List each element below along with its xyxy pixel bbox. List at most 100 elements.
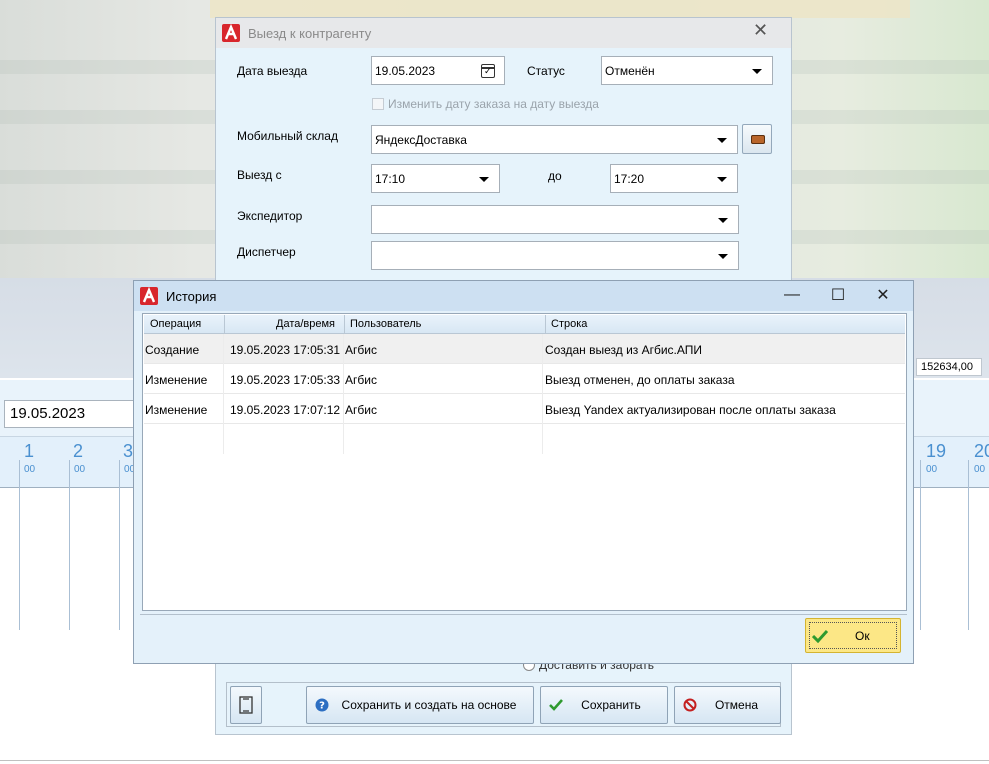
chevron-down-icon[interactable]	[717, 138, 727, 143]
trip-dialog-title: Выезд к контрагенту	[248, 25, 372, 41]
dispatcher-label: Диспетчер	[237, 245, 296, 259]
change-date-label: Изменить дату заказа на дату выезда	[388, 97, 599, 111]
cell-operation: Изменение	[145, 403, 208, 417]
save-button[interactable]: Сохранить	[540, 686, 668, 724]
help-icon: ?	[315, 698, 329, 712]
timeline-hour: 2	[73, 441, 84, 461]
chevron-down-icon[interactable]	[752, 69, 762, 74]
mobile-warehouse-label: Мобильный склад	[237, 129, 338, 143]
warehouse-lookup-button[interactable]	[742, 124, 772, 154]
chevron-down-icon[interactable]	[479, 177, 489, 182]
column-header-line[interactable]: Строка	[551, 318, 587, 330]
cancel-button[interactable]: Отмена	[674, 686, 781, 724]
table-row[interactable]: Изменение 19.05.2023 17:07:12 Агбис Выез…	[144, 394, 905, 424]
date-value: 19.05.2023	[375, 64, 436, 78]
column-divider[interactable]	[344, 315, 345, 334]
svg-text:?: ?	[319, 701, 325, 712]
history-table-header: Операция Дата/время Пользователь Строка	[144, 315, 905, 334]
clear-button[interactable]	[230, 686, 262, 724]
calendar-icon[interactable]	[481, 64, 495, 78]
column-divider[interactable]	[545, 315, 546, 334]
trip-dialog-titlebar[interactable]: Выезд к контрагенту	[216, 18, 791, 48]
until-value: 17:20	[614, 172, 645, 186]
timeline-hour: 20	[974, 441, 989, 461]
timeline-gridline	[19, 460, 20, 630]
check-icon	[812, 629, 828, 643]
cell-user: Агбис	[345, 373, 377, 387]
timeline-gridline	[119, 460, 120, 630]
timeline-gridline	[69, 460, 70, 630]
close-icon[interactable]: ✕	[863, 284, 903, 306]
column-header-user[interactable]: Пользователь	[350, 318, 421, 330]
cell-operation: Создание	[145, 343, 200, 357]
status-value: Отменён	[605, 64, 655, 78]
chevron-down-icon[interactable]	[718, 254, 728, 259]
cancel-label: Отмена	[714, 698, 759, 712]
minimize-icon[interactable]: —	[772, 284, 812, 306]
departure-from-label: Выезд с	[237, 168, 282, 182]
timeline-minute: 00	[926, 464, 938, 475]
timeline-minute: 00	[24, 464, 36, 475]
column-header-operation[interactable]: Операция	[150, 318, 201, 330]
column-divider[interactable]	[224, 315, 225, 334]
departure-from-value: 17:10	[375, 172, 406, 186]
column-gridline	[223, 334, 224, 454]
column-header-datetime[interactable]: Дата/время	[276, 318, 335, 330]
hourglass-icon	[239, 696, 253, 714]
cancel-icon	[683, 698, 697, 712]
mobile-warehouse-value: ЯндексДоставка	[375, 133, 467, 147]
chevron-down-icon[interactable]	[718, 218, 728, 223]
save-and-create-label: Сохранить и создать на основе	[341, 698, 517, 712]
departure-from-select[interactable]: 17:10	[371, 164, 500, 193]
change-date-checkbox[interactable]	[372, 98, 384, 110]
close-icon[interactable]: ✕	[753, 20, 768, 41]
bottom-divider	[0, 760, 989, 761]
history-dialog-divider	[140, 614, 907, 615]
timeline-minute: 00	[74, 464, 86, 475]
cell-datetime: 19.05.2023 17:05:31	[230, 343, 341, 357]
cell-user: Агбис	[345, 343, 377, 357]
app-logo-icon	[140, 287, 158, 305]
timeline-minute: 00	[974, 464, 986, 475]
cell-line: Создан выезд из Агбис.АПИ	[545, 343, 703, 357]
column-gridline	[343, 334, 344, 454]
cell-datetime: 19.05.2023 17:07:12	[230, 403, 341, 417]
mobile-warehouse-select[interactable]: ЯндексДоставка	[371, 125, 738, 154]
history-dialog-titlebar[interactable]: История — ☐ ✕	[134, 281, 913, 311]
table-row[interactable]: Изменение 19.05.2023 17:05:33 Агбис Выез…	[144, 364, 905, 394]
cell-operation: Изменение	[145, 373, 208, 387]
history-dialog: История — ☐ ✕ Операция Дата/время Пользо…	[133, 280, 914, 664]
cell-line: Выезд отменен, до оплаты заказа	[545, 373, 735, 387]
cell-datetime: 19.05.2023 17:05:33	[230, 373, 341, 387]
chevron-down-icon[interactable]	[717, 177, 727, 182]
timeline-hour: 3	[123, 441, 134, 461]
dispatcher-select[interactable]	[371, 241, 739, 270]
check-icon	[549, 699, 563, 711]
cell-line: Выезд Yandex актуализирован после оплаты…	[545, 403, 836, 417]
schedule-date-field[interactable]: 19.05.2023	[4, 400, 136, 428]
timeline-gridline	[920, 460, 921, 630]
until-label: до	[548, 169, 562, 183]
maximize-icon[interactable]: ☐	[818, 284, 858, 306]
date-field[interactable]: 19.05.2023	[371, 56, 505, 85]
forwarder-label: Экспедитор	[237, 209, 303, 223]
background-toolbar	[210, 0, 910, 18]
table-row[interactable]: Создание 19.05.2023 17:05:31 Агбис Созда…	[144, 334, 905, 364]
truck-icon	[751, 135, 765, 144]
forwarder-select[interactable]	[371, 205, 739, 234]
ok-button[interactable]: Ок	[805, 618, 901, 653]
timeline-gridline	[968, 460, 969, 630]
column-gridline	[542, 334, 543, 454]
trip-dialog-button-bar: ? Сохранить и создать на основе Сохранит…	[226, 682, 781, 727]
history-table: Операция Дата/время Пользователь Строка …	[142, 313, 907, 611]
until-select[interactable]: 17:20	[610, 164, 738, 193]
save-label: Сохранить	[581, 698, 641, 712]
status-select[interactable]: Отменён	[601, 56, 773, 85]
date-label: Дата выезда	[237, 64, 308, 78]
timeline-hour: 19	[926, 441, 947, 461]
timeline-hour: 1	[24, 441, 35, 461]
history-dialog-title: История	[166, 288, 217, 304]
save-and-create-button[interactable]: ? Сохранить и создать на основе	[306, 686, 534, 724]
cell-user: Агбис	[345, 403, 377, 417]
ok-label: Ок	[855, 629, 870, 643]
